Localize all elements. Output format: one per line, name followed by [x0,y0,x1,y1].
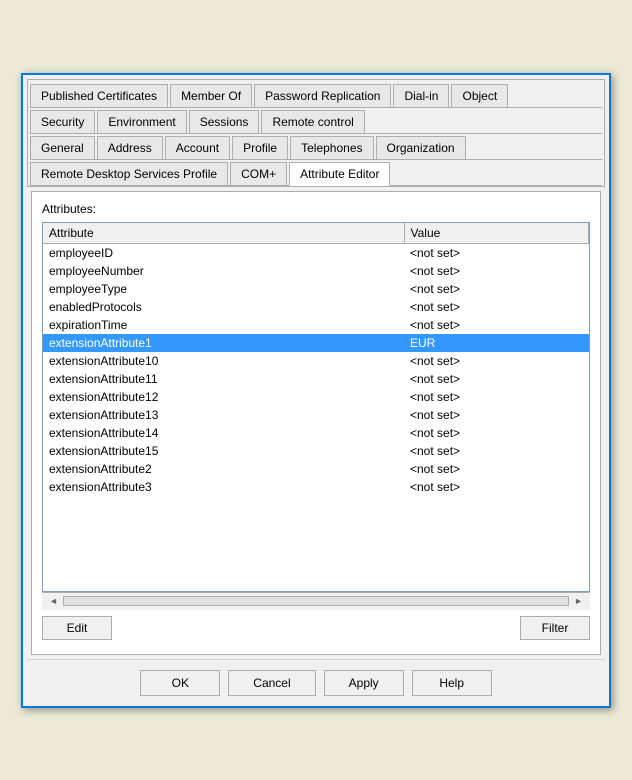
tab-com-plus[interactable]: COM+ [230,162,287,185]
attributes-table-wrapper: Attribute Value employeeID<not set>emplo… [42,222,590,592]
tab-remote-desktop-services[interactable]: Remote Desktop Services Profile [30,162,228,185]
value-cell: EUR [404,334,589,352]
value-cell: <not set> [404,388,589,406]
attribute-cell: extensionAttribute15 [43,442,404,460]
table-row[interactable]: expirationTime<not set> [43,316,589,334]
attribute-cell: expirationTime [43,316,404,334]
tab-row-4: Remote Desktop Services Profile COM+ Att… [30,160,602,186]
attributes-table-scroll[interactable]: Attribute Value employeeID<not set>emplo… [43,223,589,591]
tab-password-replication[interactable]: Password Replication [254,84,391,107]
edit-button[interactable]: Edit [42,616,112,640]
table-row[interactable]: employeeType<not set> [43,280,589,298]
table-row[interactable]: extensionAttribute10<not set> [43,352,589,370]
filter-button[interactable]: Filter [520,616,590,640]
table-row[interactable]: extensionAttribute1EUR [43,334,589,352]
tab-organization[interactable]: Organization [376,136,466,159]
tab-member-of[interactable]: Member Of [170,84,252,107]
attribute-cell: extensionAttribute3 [43,478,404,496]
value-cell: <not set> [404,460,589,478]
attributes-table: Attribute Value employeeID<not set>emplo… [43,223,589,496]
table-row[interactable]: extensionAttribute2<not set> [43,460,589,478]
attribute-cell: employeeNumber [43,262,404,280]
tab-sessions[interactable]: Sessions [189,110,260,133]
tab-telephones[interactable]: Telephones [290,136,373,159]
tab-security[interactable]: Security [30,110,95,133]
tab-profile[interactable]: Profile [232,136,288,159]
tab-row-3: General Address Account Profile Telephon… [30,134,602,160]
value-cell: <not set> [404,243,589,262]
apply-button[interactable]: Apply [324,670,404,696]
value-cell: <not set> [404,316,589,334]
dialog-footer: OK Cancel Apply Help [27,659,605,702]
tab-environment[interactable]: Environment [97,110,186,133]
table-row[interactable]: enabledProtocols<not set> [43,298,589,316]
ok-button[interactable]: OK [140,670,220,696]
value-cell: <not set> [404,298,589,316]
main-dialog: Published Certificates Member Of Passwor… [21,73,611,708]
table-row[interactable]: extensionAttribute13<not set> [43,406,589,424]
tab-attribute-editor[interactable]: Attribute Editor [289,162,390,186]
content-area: Attributes: Attribute Value employeeID<n… [31,191,601,655]
attribute-cell: enabledProtocols [43,298,404,316]
tab-row-2: Security Environment Sessions Remote con… [30,108,602,134]
horizontal-scrollbar[interactable]: ◄ ► [42,592,590,610]
col-header-value: Value [404,223,589,244]
table-row[interactable]: employeeNumber<not set> [43,262,589,280]
table-row[interactable]: extensionAttribute3<not set> [43,478,589,496]
tab-rows-container: Published Certificates Member Of Passwor… [27,79,605,187]
value-cell: <not set> [404,352,589,370]
scroll-left-arrow[interactable]: ◄ [46,596,61,606]
attribute-cell: extensionAttribute14 [43,424,404,442]
attributes-label: Attributes: [42,202,590,216]
table-row[interactable]: extensionAttribute12<not set> [43,388,589,406]
value-cell: <not set> [404,280,589,298]
table-row[interactable]: extensionAttribute15<not set> [43,442,589,460]
attribute-cell: employeeType [43,280,404,298]
attribute-cell: extensionAttribute10 [43,352,404,370]
table-row[interactable]: employeeID<not set> [43,243,589,262]
col-header-attribute: Attribute [43,223,404,244]
attribute-cell: extensionAttribute2 [43,460,404,478]
value-cell: <not set> [404,478,589,496]
tab-published-certificates[interactable]: Published Certificates [30,84,168,107]
action-buttons-row: Edit Filter [42,610,590,644]
value-cell: <not set> [404,442,589,460]
tab-general[interactable]: General [30,136,95,159]
scroll-right-arrow[interactable]: ► [571,596,586,606]
help-button[interactable]: Help [412,670,492,696]
tab-remote-control[interactable]: Remote control [261,110,364,133]
table-row[interactable]: extensionAttribute11<not set> [43,370,589,388]
scroll-track[interactable] [63,596,569,606]
tab-dial-in[interactable]: Dial-in [393,84,449,107]
value-cell: <not set> [404,406,589,424]
value-cell: <not set> [404,370,589,388]
attribute-cell: extensionAttribute12 [43,388,404,406]
tab-row-1: Published Certificates Member Of Passwor… [30,82,602,108]
attribute-cell: employeeID [43,243,404,262]
attribute-cell: extensionAttribute1 [43,334,404,352]
cancel-button[interactable]: Cancel [228,670,315,696]
value-cell: <not set> [404,424,589,442]
attribute-cell: extensionAttribute13 [43,406,404,424]
tab-account[interactable]: Account [165,136,230,159]
tab-address[interactable]: Address [97,136,163,159]
tab-object[interactable]: Object [451,84,508,107]
table-row[interactable]: extensionAttribute14<not set> [43,424,589,442]
attribute-cell: extensionAttribute11 [43,370,404,388]
value-cell: <not set> [404,262,589,280]
